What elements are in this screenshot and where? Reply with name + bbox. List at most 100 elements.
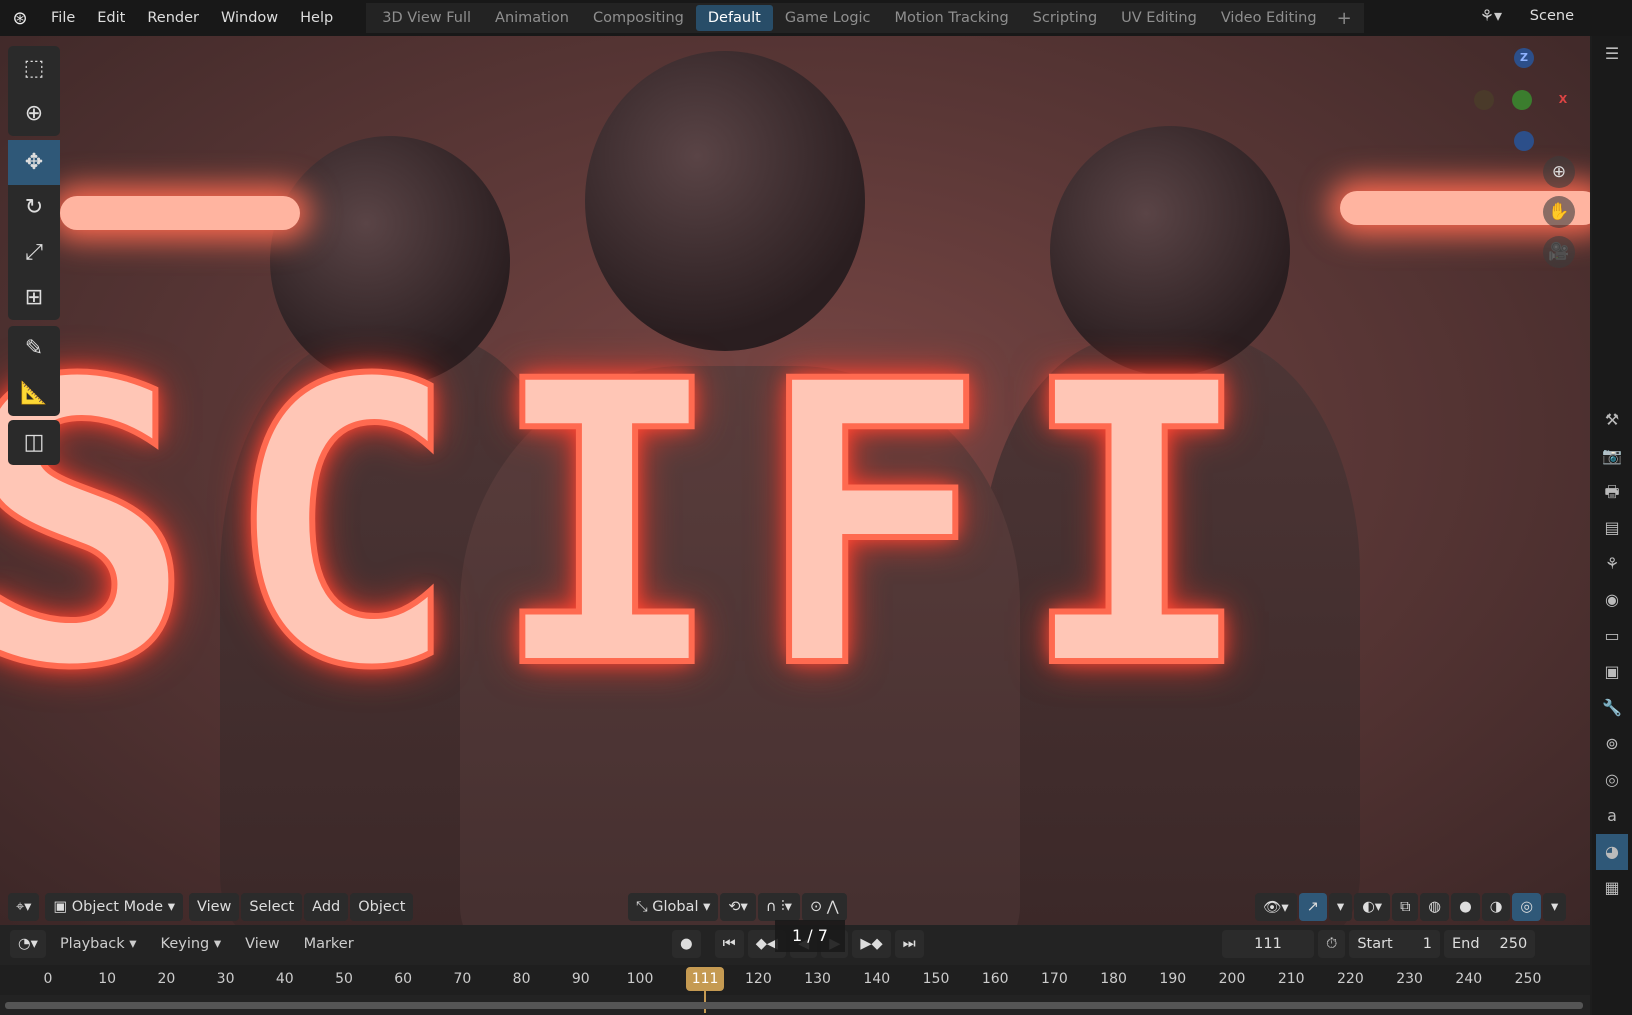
view-layer-tab-icon[interactable]: ▤ bbox=[1604, 510, 1619, 546]
frame-tick: 120 bbox=[745, 971, 772, 987]
zoom-icon[interactable]: ⊕ bbox=[1543, 156, 1575, 188]
tool-tab-icon[interactable]: ⚒ bbox=[1605, 402, 1619, 438]
scale-icon[interactable]: ⤢ bbox=[8, 230, 60, 275]
keying-menu[interactable]: Keying ▾ bbox=[151, 936, 232, 952]
object-tab-icon[interactable]: ▣ bbox=[1604, 654, 1619, 690]
transform-icon[interactable]: ⊞ bbox=[8, 275, 60, 320]
modifier-tab-icon[interactable]: 🔧 bbox=[1602, 690, 1622, 726]
annotate-icon[interactable]: ✎ bbox=[8, 326, 60, 371]
particles-tab-icon[interactable]: ⊚ bbox=[1605, 726, 1618, 762]
frame-tick: 190 bbox=[1159, 971, 1187, 987]
wireframe-shading-icon[interactable]: ◍ bbox=[1420, 893, 1450, 921]
tab-default[interactable]: Default bbox=[695, 5, 773, 31]
tab-compositing[interactable]: Compositing bbox=[581, 5, 696, 31]
tab-game-logic[interactable]: Game Logic bbox=[773, 5, 883, 31]
snap-icon[interactable]: ∩ ⫶▾ bbox=[757, 893, 800, 921]
end-frame-field[interactable]: End 250 bbox=[1443, 930, 1536, 958]
frame-tick: 40 bbox=[275, 971, 294, 987]
texture-tab-icon[interactable]: ▦ bbox=[1604, 870, 1619, 906]
render-tab-icon[interactable]: 📷 bbox=[1602, 438, 1622, 474]
jump-start-icon[interactable]: ⏮ bbox=[714, 930, 744, 958]
tab-3d-view-full[interactable]: 3D View Full bbox=[370, 5, 483, 31]
orientation-label: Global bbox=[652, 899, 699, 915]
camera-icon[interactable]: 🎥 bbox=[1543, 236, 1575, 268]
object-mode-dropdown[interactable]: ▣ Object Mode ▾ bbox=[45, 893, 183, 921]
gizmo-dropdown[interactable]: ▾ bbox=[1328, 893, 1353, 921]
solid-shading-icon[interactable]: ● bbox=[1451, 893, 1480, 921]
frame-tick: 10 bbox=[98, 971, 117, 987]
shading-dropdown[interactable]: ▾ bbox=[1543, 893, 1567, 921]
add-cube-icon[interactable]: ◫ bbox=[8, 420, 60, 465]
move-icon[interactable]: ✥ bbox=[8, 140, 60, 185]
gizmo-neg-x-axis[interactable] bbox=[1474, 90, 1494, 110]
timeline-view-menu[interactable]: View bbox=[235, 936, 289, 952]
gizmo-y-axis[interactable] bbox=[1512, 90, 1532, 110]
physics-tab-icon[interactable]: ◎ bbox=[1605, 762, 1619, 798]
visibility-icon[interactable]: 👁▾ bbox=[1255, 893, 1297, 921]
select-box-icon[interactable]: ⬚ bbox=[8, 46, 60, 91]
add-workspace-button[interactable]: + bbox=[1329, 8, 1360, 29]
editor-type-button[interactable]: ⌖▾ bbox=[8, 893, 40, 921]
object-menu[interactable]: Object bbox=[350, 893, 414, 921]
overlay-icon[interactable]: ◐▾ bbox=[1354, 893, 1391, 921]
pan-hand-icon[interactable]: ✋ bbox=[1543, 196, 1575, 228]
scene-name[interactable]: Scene bbox=[1530, 8, 1574, 24]
tab-motion-tracking[interactable]: Motion Tracking bbox=[883, 5, 1021, 31]
tab-uv-editing[interactable]: UV Editing bbox=[1109, 5, 1209, 31]
frame-ruler[interactable]: 0 10 20 30 40 50 60 70 80 90 100 120 130 140 150 160 170… bbox=[0, 965, 1590, 1013]
world-tab-icon[interactable]: ◉ bbox=[1605, 582, 1619, 618]
playhead[interactable]: 111 bbox=[686, 967, 725, 991]
add-tools: ◫ bbox=[8, 420, 60, 465]
frame-tick: 250 bbox=[1514, 971, 1542, 987]
playback-menu[interactable]: Playback ▾ bbox=[50, 936, 147, 952]
gizmo-z-axis[interactable]: Z bbox=[1514, 48, 1534, 68]
output-tab-icon[interactable]: 🖶 bbox=[1604, 474, 1619, 510]
material-tab-icon[interactable]: ◕ bbox=[1596, 834, 1628, 870]
stopwatch-icon[interactable]: ⏱ bbox=[1318, 930, 1346, 958]
material-shading-icon[interactable]: ◑ bbox=[1481, 893, 1511, 921]
start-frame-field[interactable]: Start 1 bbox=[1349, 930, 1440, 958]
viewport-header-center: ⤡ Global ▾ ⟲▾ ∩ ⫶▾ ⊙ ⋀ bbox=[628, 893, 847, 921]
record-icon[interactable]: ● bbox=[672, 930, 701, 958]
measure-icon[interactable]: 📐 bbox=[8, 371, 60, 416]
outliner-icon[interactable]: ☰ bbox=[1605, 36, 1619, 72]
timeline-editor-type-icon[interactable]: ◔▾ bbox=[10, 930, 46, 958]
top-bar: ⊛ File Edit Render Window Help 3D View F… bbox=[0, 0, 1632, 36]
scene-selector-icon[interactable]: ⚘▾ bbox=[1480, 6, 1502, 25]
jump-end-icon[interactable]: ⏭ bbox=[894, 930, 924, 958]
frame-tick: 180 bbox=[1100, 971, 1127, 987]
add-menu[interactable]: Add bbox=[304, 893, 349, 921]
rotate-icon[interactable]: ↻ bbox=[8, 185, 60, 230]
menu-render[interactable]: Render bbox=[136, 10, 210, 26]
scene-tab-icon[interactable]: ⚘ bbox=[1605, 546, 1619, 582]
cursor-icon[interactable]: ⊕ bbox=[8, 91, 60, 136]
select-menu[interactable]: Select bbox=[241, 893, 303, 921]
frame-tick: 50 bbox=[335, 971, 353, 987]
proportional-edit-icon[interactable]: ⊙ ⋀ bbox=[801, 893, 847, 921]
marker-menu[interactable]: Marker bbox=[294, 936, 364, 952]
view-menu[interactable]: View bbox=[189, 893, 240, 921]
tab-scripting[interactable]: Scripting bbox=[1021, 5, 1109, 31]
gizmo-neg-z-axis[interactable] bbox=[1514, 131, 1534, 151]
menu-file[interactable]: File bbox=[40, 10, 86, 26]
next-keyframe-icon[interactable]: ▶◆ bbox=[852, 930, 891, 958]
menu-window[interactable]: Window bbox=[210, 10, 289, 26]
3d-viewport[interactable]: SCIFI ⬚ ⊕ ✥ ↻ ⤢ ⊞ ✎ 📐 ◫ Z X ⊕ ✋ 🎥 bbox=[0, 36, 1590, 925]
pivot-icon[interactable]: ⟲▾ bbox=[720, 893, 756, 921]
orientation-dropdown[interactable]: ⤡ Global ▾ bbox=[628, 893, 719, 921]
rendered-shading-icon[interactable]: ◎ bbox=[1512, 893, 1542, 921]
tab-animation[interactable]: Animation bbox=[483, 5, 581, 31]
tab-video-editing[interactable]: Video Editing bbox=[1209, 5, 1329, 31]
gizmo-toggle-icon[interactable]: ↗ bbox=[1298, 893, 1327, 921]
blender-logo-icon[interactable]: ⊛ bbox=[0, 8, 40, 29]
transform-tools: ✥ ↻ ⤢ ⊞ bbox=[8, 140, 60, 320]
collection-tab-icon[interactable]: ▭ bbox=[1604, 618, 1619, 654]
constraints-tab-icon[interactable]: a bbox=[1607, 798, 1617, 834]
menu-edit[interactable]: Edit bbox=[86, 10, 136, 26]
frame-tick: 0 bbox=[43, 971, 53, 987]
menu-help[interactable]: Help bbox=[289, 10, 344, 26]
gizmo-x-axis[interactable]: X bbox=[1553, 90, 1573, 110]
xray-icon[interactable]: ⧉ bbox=[1392, 893, 1419, 921]
timeline-scrollbar[interactable] bbox=[5, 1002, 1583, 1009]
current-frame-field[interactable]: 111 bbox=[1222, 930, 1314, 958]
